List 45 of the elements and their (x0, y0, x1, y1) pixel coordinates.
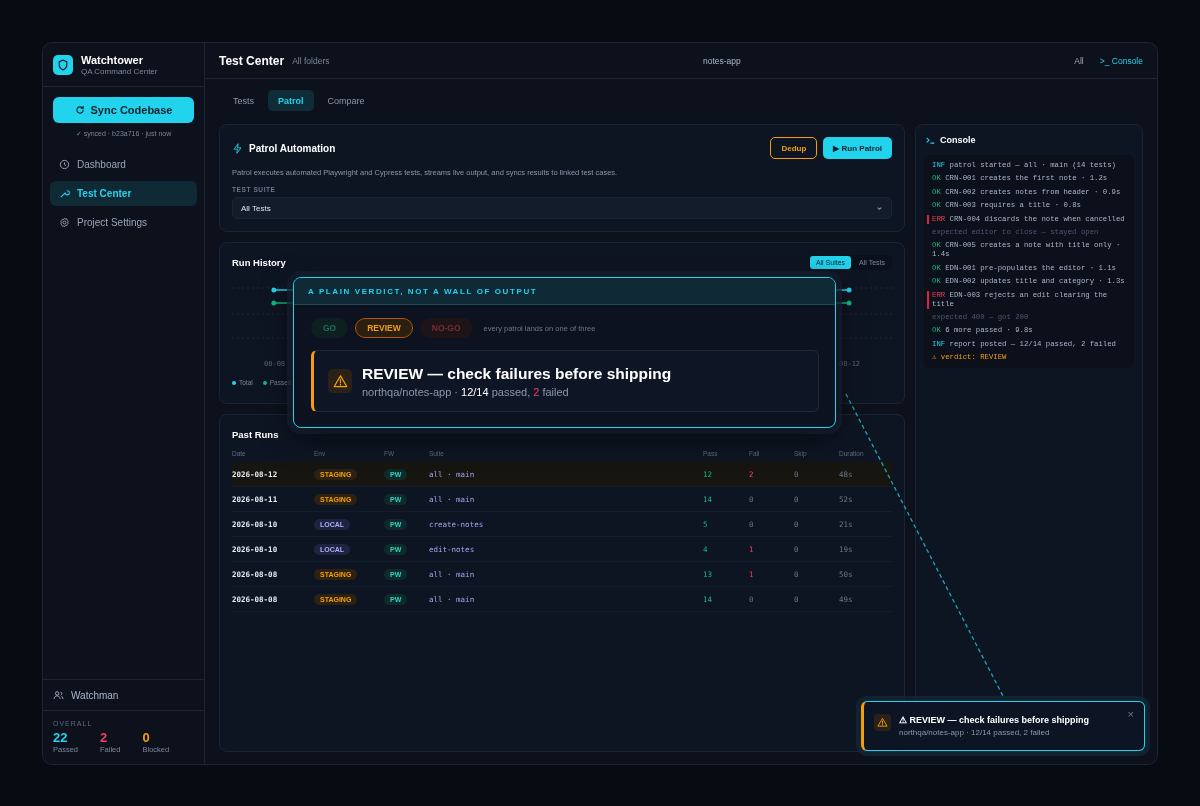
toast-title: ⚠ REVIEW — check failures before shipping (899, 715, 1090, 725)
patrol-title: Patrol Automation (249, 142, 337, 154)
callout-heading: A PLAIN VERDICT, NOT A WALL OF OUTPUT (294, 278, 835, 305)
project-name: notes-app (701, 55, 742, 66)
sidebar-item[interactable]: Dashboard (50, 152, 197, 177)
card-title: Past Runs (232, 429, 280, 440)
tab[interactable]: Tests (225, 90, 262, 111)
console-link[interactable]: >_ Console (1099, 55, 1143, 66)
sidebar-item[interactable]: Project Settings (50, 210, 197, 235)
terminal-icon (926, 136, 935, 144)
verdict-pill: GO (311, 318, 349, 338)
verdict-title: REVIEW — check failures before shipping (362, 364, 672, 383)
dedup-button[interactable]: Dedup (770, 137, 818, 159)
tab[interactable]: Patrol (268, 90, 314, 111)
app-title: Watchtower (81, 53, 144, 66)
toast-message: northqa/notes-app · 12/14 passed, 2 failed (899, 728, 1051, 737)
stat-value: 2 (100, 730, 109, 745)
user-name: Watchman (71, 689, 119, 701)
card-title: Run History (232, 257, 286, 268)
run-patrol-button[interactable]: ▶ Run Patrol (823, 137, 892, 159)
test-suite-select[interactable]: All Tests (232, 197, 892, 219)
shield-logo-icon (53, 54, 73, 75)
filter-link[interactable]: All (1074, 55, 1084, 66)
stat-value: 22 (53, 730, 69, 745)
warning-icon (874, 714, 891, 731)
console-title: Console (940, 135, 976, 145)
caret-icon (876, 204, 883, 212)
sync-codebase-button[interactable]: Sync Codebase (53, 97, 194, 123)
tab[interactable]: Compare (319, 90, 373, 111)
verdict-pill: NO-GO (419, 318, 473, 338)
warning-icon (328, 369, 352, 393)
settings-icon (59, 217, 70, 228)
refresh-icon (74, 105, 85, 115)
clock-icon (59, 159, 70, 170)
sidebar-item[interactable]: Test Center (50, 181, 197, 206)
page-title: Test Center (219, 53, 285, 68)
bolt-icon (232, 142, 243, 154)
folder-scope: All folders (292, 55, 330, 66)
verdict-summary: northqa/notes-app · 12/14 passed, 2 failed (362, 385, 570, 398)
close-button[interactable]: × (1127, 708, 1134, 720)
users-icon (53, 689, 64, 701)
verdict-pill: REVIEW (355, 318, 413, 338)
app-subtitle: QA Command Center (81, 66, 158, 76)
wrench-icon (59, 188, 70, 199)
stat-value: 0 (142, 730, 151, 745)
